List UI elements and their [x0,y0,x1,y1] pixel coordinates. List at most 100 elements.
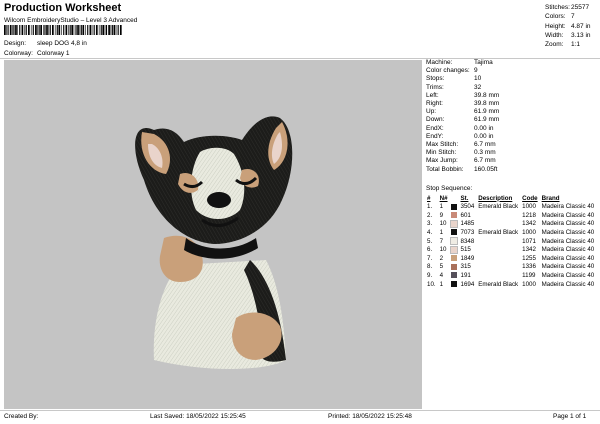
barcode-bar [25,25,27,35]
color-swatch-icon [450,255,457,262]
info-value: 6.7 mm [474,141,496,149]
swatch [449,219,459,229]
stitch-count: 191 [460,272,471,280]
col-header-n: N# [439,194,448,202]
info-value: 39.8 mm [474,91,500,99]
col-header-brand: Brand [541,194,560,202]
barcode-bar [79,25,81,35]
barcode-bar [119,25,122,35]
thread-code: 1342 [522,246,536,254]
needle-number: 2 [439,254,444,262]
row-number: 3. [427,220,433,228]
stat-label: Zoom: [545,41,564,49]
thread-description [476,271,520,280]
color-swatch-icon [450,272,457,279]
stat-value: 4.87 in [571,22,591,30]
thread-description: Emerald Black [478,280,519,288]
swatch [449,237,459,246]
software-name: Wilcom EmbroideryStudio – Level 3 Advanc… [4,17,138,24]
thread-code: 1255 [522,254,536,262]
stat-label: Width: [545,31,564,39]
color-swatch-icon [450,263,457,270]
thread-code: 1336 [522,263,536,271]
color-swatch-icon [450,203,457,210]
stat-value: 7 [571,13,575,21]
barcode-bar [69,25,71,35]
barcode-bar [38,25,40,35]
barcode-bar [115,25,117,35]
barcode-bar [71,25,74,35]
thread-description [476,237,520,246]
swatch [449,263,459,272]
barcode-bar [4,25,6,35]
thread-code: 1342 [522,220,536,228]
stitch-count: 601 [460,211,471,219]
barcode-image [4,25,122,35]
table-row: 3. 10 1485 1342 Madeira Classic 40 [425,219,596,229]
stitch-count: 1485 [460,220,475,228]
barcode-bar [12,25,13,35]
footer-divider [0,410,600,411]
stat-label: Colors: [545,13,566,21]
needle-number: 1 [439,203,444,211]
barcode-bar [89,25,92,35]
stitch-count: 3504 [460,203,475,211]
thread-description [476,220,520,229]
table-row: 10. 1 1694 Emerald Black 1000 Madeira Classic… [425,280,596,289]
barcode-bar [46,25,48,35]
stat-value: 3.13 in [571,31,591,39]
last-saved: Last Saved: 18/05/2022 15:25:45 [150,413,246,420]
table-row: 4. 1 7073 Emerald Black 1000 Madeira Classic … [425,228,596,237]
barcode-bar [110,25,112,35]
barcode-bar [77,25,79,35]
barcode-bar [48,25,50,35]
needle-number: 4 [439,272,444,280]
barcode-bar [75,25,77,35]
stat-value: 1:1 [571,41,581,49]
info-label: Min Stitch: [426,149,457,157]
design-value: sleep DOG 4,8 in [37,40,87,47]
thread-brand: Madeira Classic 40 [541,220,595,228]
info-label: Right: [426,100,443,108]
barcode-bar [19,25,21,35]
swatch [449,280,459,289]
barcode-bar [61,25,62,35]
thread-description [476,263,520,272]
barcode-bar [24,25,26,35]
barcode-bar [73,25,75,35]
info-value: 39.8 mm [474,100,500,108]
table-header-row: # N# St. Description Code Brand [425,194,596,203]
info-label: Left: [426,91,439,99]
barcode-bar [100,25,102,35]
info-value: 32 [474,83,482,91]
barcode-bar [9,25,12,35]
swatch [449,271,459,280]
info-value: 61.9 mm [474,116,500,124]
stitch-count: 7073 [460,229,475,237]
needle-number: 5 [439,263,444,271]
table-row: 7. 2 1849 1255 Madeira Classic 40 [425,254,596,263]
barcode-bar [87,25,89,35]
info-label: Machine: [426,59,453,66]
barcode-bar [111,25,113,35]
barcode-bar [82,25,85,35]
thread-brand: Madeira Classic 40 [541,272,595,280]
col-header-code: Code [522,194,538,202]
info-label: EndX: [426,124,444,132]
thread-brand: Madeira Classic 40 [541,211,595,219]
color-swatch-icon [450,281,457,287]
barcode-bar [17,25,18,35]
info-label: Up: [426,108,437,116]
barcode-bar [102,25,105,35]
info-value: 9 [474,67,478,75]
row-number: 1. [427,203,433,211]
barcode-bar [43,25,44,35]
needle-number: 9 [439,211,444,219]
thread-code: 1000 [522,280,536,288]
color-swatch-icon [449,245,458,254]
table-row: 5. 7 8348 1071 Madeira Classic 40 [425,237,596,246]
row-number: 8. [427,263,433,271]
swatch [449,203,459,212]
barcode-bar [13,25,15,35]
color-swatch-icon [449,219,458,228]
